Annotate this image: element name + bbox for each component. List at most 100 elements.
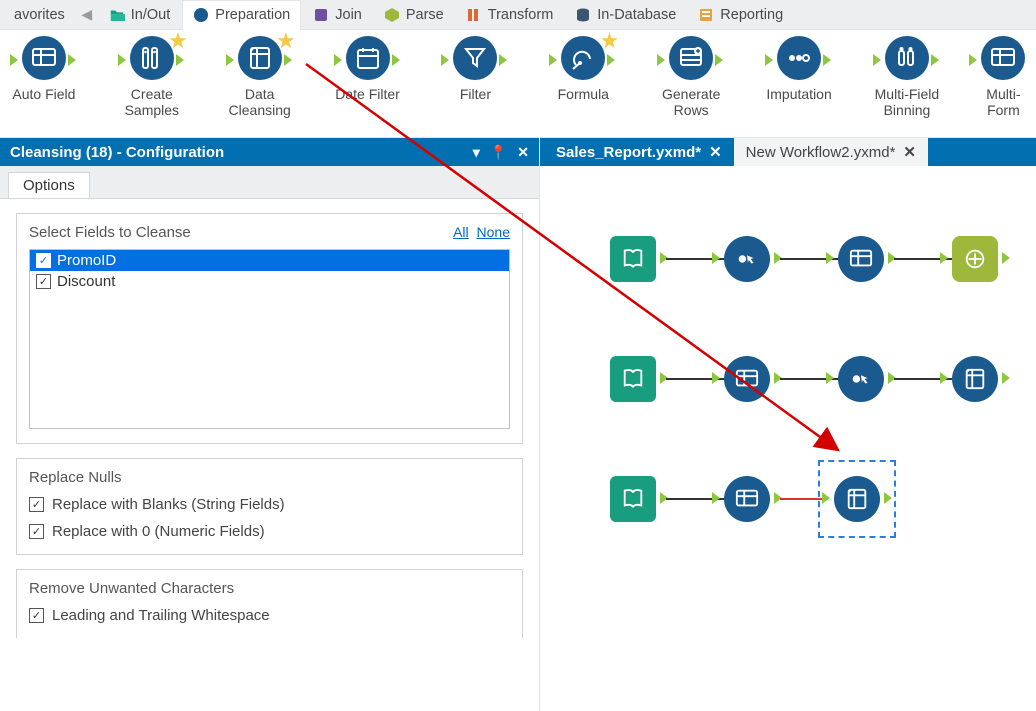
report-icon — [698, 7, 714, 23]
tool-date-filter-label: Date Filter — [335, 86, 400, 102]
option-label: Replace with Blanks (String Fields) — [52, 496, 285, 513]
tab-parse[interactable]: Parse — [374, 0, 454, 30]
option-replace-blanks[interactable]: ✓ Replace with Blanks (String Fields) — [29, 496, 510, 513]
tool-data-cleansing[interactable]: ★ DataCleansing — [220, 36, 300, 118]
tab-reporting-label: Reporting — [720, 7, 783, 23]
tab-parse-label: Parse — [406, 7, 444, 23]
link-select-all[interactable]: All — [453, 224, 469, 240]
workflow-tab-label: New Workflow2.yxmd* — [746, 144, 896, 161]
workflow-tab-bar: Sales_Report.yxmd* ✕ New Workflow2.yxmd*… — [540, 138, 1036, 166]
tool-imputation[interactable]: Imputation — [759, 36, 839, 102]
bars-icon — [466, 7, 482, 23]
node-input[interactable] — [610, 476, 656, 522]
tool-filter[interactable]: Filter — [436, 36, 516, 102]
panel-pin-icon[interactable]: 📍 — [490, 144, 507, 161]
tab-reporting[interactable]: Reporting — [688, 0, 793, 30]
tool-palette: Auto Field ★ CreateSamples ★ DataCleansi… — [0, 30, 1036, 138]
database-icon — [575, 7, 591, 23]
select-fields-heading: Select Fields to Cleanse — [29, 224, 510, 241]
tool-filter-label: Filter — [460, 86, 491, 102]
tab-close-icon[interactable]: ✕ — [903, 143, 916, 161]
checkbox-icon[interactable]: ✓ — [36, 253, 51, 268]
option-replace-zero[interactable]: ✓ Replace with 0 (Numeric Fields) — [29, 523, 510, 540]
group-select-fields: All None Select Fields to Cleanse ✓ Prom… — [16, 213, 523, 444]
config-tabs: Options — [0, 166, 539, 198]
tool-date-filter[interactable]: Date Filter — [328, 36, 408, 102]
hexagon-icon — [384, 7, 400, 23]
tab-preparation[interactable]: Preparation — [182, 0, 301, 30]
field-row-discount[interactable]: ✓ Discount — [30, 271, 509, 292]
workflow-canvas[interactable] — [540, 166, 1036, 711]
folder-icon — [109, 7, 125, 23]
node-select[interactable] — [838, 356, 884, 402]
tool-multi-field-formula-label: Multi-Form — [986, 86, 1020, 118]
node-browse[interactable] — [952, 236, 998, 282]
scroll-left-icon[interactable]: ◀ — [77, 6, 97, 23]
field-list[interactable]: ✓ PromoID ✓ Discount — [29, 249, 510, 429]
tab-in-database-label: In-Database — [597, 7, 676, 23]
checkbox-icon[interactable]: ✓ — [29, 608, 44, 623]
favorite-star-icon: ★ — [276, 28, 296, 54]
tab-transform-label: Transform — [488, 7, 554, 23]
group-replace-nulls: Replace Nulls ✓ Replace with Blanks (Str… — [16, 458, 523, 555]
panel-close-icon[interactable]: ✕ — [517, 144, 529, 161]
tab-favorites-partial[interactable]: avorites — [4, 0, 75, 30]
tool-imputation-label: Imputation — [766, 86, 831, 102]
checkbox-icon[interactable]: ✓ — [29, 524, 44, 539]
tool-category-bar: avorites ◀ In/Out Preparation Join Parse… — [0, 0, 1036, 30]
panel-dropdown-icon[interactable]: ▾ — [473, 144, 480, 161]
group-remove-chars: Remove Unwanted Characters ✓ Leading and… — [16, 569, 523, 638]
node-select[interactable] — [724, 236, 770, 282]
option-trim-whitespace[interactable]: ✓ Leading and Trailing Whitespace — [29, 607, 510, 624]
tool-multi-field-binning-label: Multi-FieldBinning — [875, 86, 940, 118]
node-autofield[interactable] — [838, 236, 884, 282]
tool-data-cleansing-label: DataCleansing — [229, 86, 291, 118]
config-panel-title-bar: Cleansing (18) - Configuration ▾ 📍 ✕ — [0, 138, 539, 166]
node-autofield[interactable] — [724, 356, 770, 402]
node-cleanse-selected[interactable] — [834, 476, 880, 522]
node-input[interactable] — [610, 356, 656, 402]
tool-formula-label: Formula — [558, 86, 609, 102]
tool-auto-field[interactable]: Auto Field — [4, 36, 84, 102]
config-tab-options[interactable]: Options — [8, 172, 90, 198]
field-row-promoid[interactable]: ✓ PromoID — [30, 250, 509, 271]
node-cleanse[interactable] — [952, 356, 998, 402]
node-input[interactable] — [610, 236, 656, 282]
tool-create-samples-label: CreateSamples — [125, 86, 179, 118]
config-panel-title: Cleansing (18) - Configuration — [10, 144, 224, 161]
favorite-star-icon: ★ — [600, 28, 620, 54]
workflow-tab-active[interactable]: Sales_Report.yxmd* ✕ — [544, 138, 734, 166]
checkbox-icon[interactable]: ✓ — [29, 497, 44, 512]
configuration-panel: Cleansing (18) - Configuration ▾ 📍 ✕ Opt… — [0, 138, 540, 711]
tool-multi-field-formula[interactable]: Multi-Form — [975, 36, 1032, 118]
tab-join-label: Join — [335, 7, 362, 23]
tab-join[interactable]: Join — [303, 0, 372, 30]
tab-close-icon[interactable]: ✕ — [709, 143, 722, 161]
favorite-star-icon: ★ — [168, 28, 188, 54]
square-icon — [313, 7, 329, 23]
tab-in-out[interactable]: In/Out — [99, 0, 181, 30]
workflow-tab-inactive[interactable]: New Workflow2.yxmd* ✕ — [734, 138, 928, 166]
remove-chars-heading: Remove Unwanted Characters — [29, 580, 510, 597]
replace-nulls-heading: Replace Nulls — [29, 469, 510, 486]
checkbox-icon[interactable]: ✓ — [36, 274, 51, 289]
circle-icon — [193, 7, 209, 23]
tab-preparation-label: Preparation — [215, 7, 290, 23]
field-name: Discount — [57, 273, 115, 290]
config-body: All None Select Fields to Cleanse ✓ Prom… — [0, 198, 539, 711]
tool-auto-field-label: Auto Field — [12, 86, 75, 102]
tab-in-database[interactable]: In-Database — [565, 0, 686, 30]
tool-generate-rows[interactable]: GenerateRows — [651, 36, 731, 118]
tool-multi-field-binning[interactable]: Multi-FieldBinning — [867, 36, 947, 118]
node-autofield[interactable] — [724, 476, 770, 522]
workflow-tab-label: Sales_Report.yxmd* — [556, 144, 701, 161]
tool-create-samples[interactable]: ★ CreateSamples — [112, 36, 192, 118]
tool-generate-rows-label: GenerateRows — [662, 86, 720, 118]
workflow-area: Sales_Report.yxmd* ✕ New Workflow2.yxmd*… — [540, 138, 1036, 711]
tool-formula[interactable]: ★ Formula — [543, 36, 623, 102]
option-label: Replace with 0 (Numeric Fields) — [52, 523, 265, 540]
tab-transform[interactable]: Transform — [456, 0, 564, 30]
link-select-none[interactable]: None — [477, 224, 510, 240]
option-label: Leading and Trailing Whitespace — [52, 607, 270, 624]
tab-in-out-label: In/Out — [131, 7, 171, 23]
